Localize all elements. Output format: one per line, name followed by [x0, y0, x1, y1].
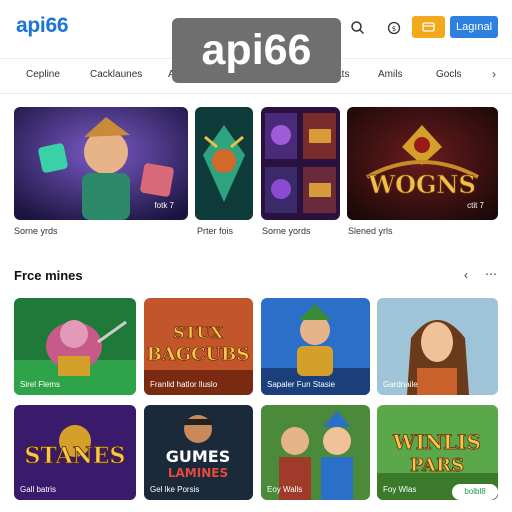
- game-art-title: PARS: [410, 455, 464, 476]
- game-tile[interactable]: Sirel Flems: [14, 298, 136, 395]
- chevron-right-icon[interactable]: ›: [492, 67, 496, 81]
- game-art-title: LAMINES: [168, 466, 228, 480]
- search-button[interactable]: [348, 18, 368, 38]
- section-title: Frce mines: [14, 268, 83, 283]
- login-button[interactable]: Lagınal: [450, 16, 498, 38]
- tile-caption: Gel lke Porsis: [150, 485, 200, 494]
- more-icon[interactable]: ⋯: [485, 267, 497, 281]
- tile-caption: Sorne yords: [262, 226, 311, 236]
- game-art-title: WINLIS: [392, 430, 481, 454]
- nav-item[interactable]: Cepline: [26, 69, 60, 80]
- overlay-label: fotk 7: [154, 201, 174, 210]
- chevron-left-icon[interactable]: ‹: [464, 268, 468, 282]
- tile-caption: Gall batris: [20, 485, 57, 494]
- tile-caption: Prter fois: [197, 226, 234, 236]
- nav-item[interactable]: Cacklaunes: [90, 69, 142, 80]
- svg-text:$: $: [392, 25, 396, 33]
- nav-item[interactable]: Gocls: [436, 69, 462, 80]
- game-art-title: STANES: [25, 443, 126, 469]
- tile-caption: Franlid hatlor lluslo: [150, 380, 218, 389]
- game-tile[interactable]: Sapaler Fun Stasie: [261, 298, 370, 395]
- tile-caption: Slened yrls: [348, 226, 393, 236]
- logo[interactable]: api66: [16, 14, 69, 38]
- game-art: [195, 107, 253, 220]
- featured-tile[interactable]: [195, 107, 253, 220]
- status-badge: bolbl8: [452, 484, 498, 500]
- nav-item[interactable]: Amils: [378, 69, 402, 80]
- game-tile[interactable]: STANES Gall batris: [14, 405, 136, 500]
- game-art-title: STUX: [173, 323, 223, 342]
- tile-caption: Gardnaile: [383, 380, 418, 389]
- tile-caption: Sapaler Fun Stasie: [267, 380, 336, 389]
- tile-caption: Eoy Walls: [267, 485, 303, 494]
- watermark: api66: [172, 18, 341, 83]
- game-art-title: WOGNS: [367, 170, 476, 199]
- tile-caption: Sorne yrds: [14, 226, 58, 236]
- tile-caption: Foy Wlas: [383, 485, 417, 494]
- tile-caption: Sirel Flems: [20, 380, 61, 389]
- game-tile[interactable]: STUX BAGCUBS Franlid hatlor lluslo: [144, 298, 253, 395]
- game-art: [261, 107, 340, 220]
- game-tile[interactable]: GUMES LAMINES Gel lke Porsis: [144, 405, 253, 500]
- featured-tile[interactable]: fotk 7: [14, 107, 188, 220]
- coin-icon: $: [387, 21, 401, 35]
- featured-tile[interactable]: [261, 107, 340, 220]
- deposit-button[interactable]: [412, 16, 445, 38]
- game-tile[interactable]: Eoy Walls: [261, 405, 370, 500]
- featured-tile[interactable]: WOGNS ctit 7: [347, 107, 498, 220]
- coin-button[interactable]: $: [384, 18, 404, 38]
- game-art-title: BAGCUBS: [147, 344, 250, 365]
- wallet-icon: [422, 22, 435, 32]
- search-icon: [351, 21, 365, 35]
- overlay-label: ctit 7: [467, 201, 484, 210]
- game-tile[interactable]: Gardnaile: [377, 298, 498, 395]
- game-art-title: GUMES: [166, 447, 231, 466]
